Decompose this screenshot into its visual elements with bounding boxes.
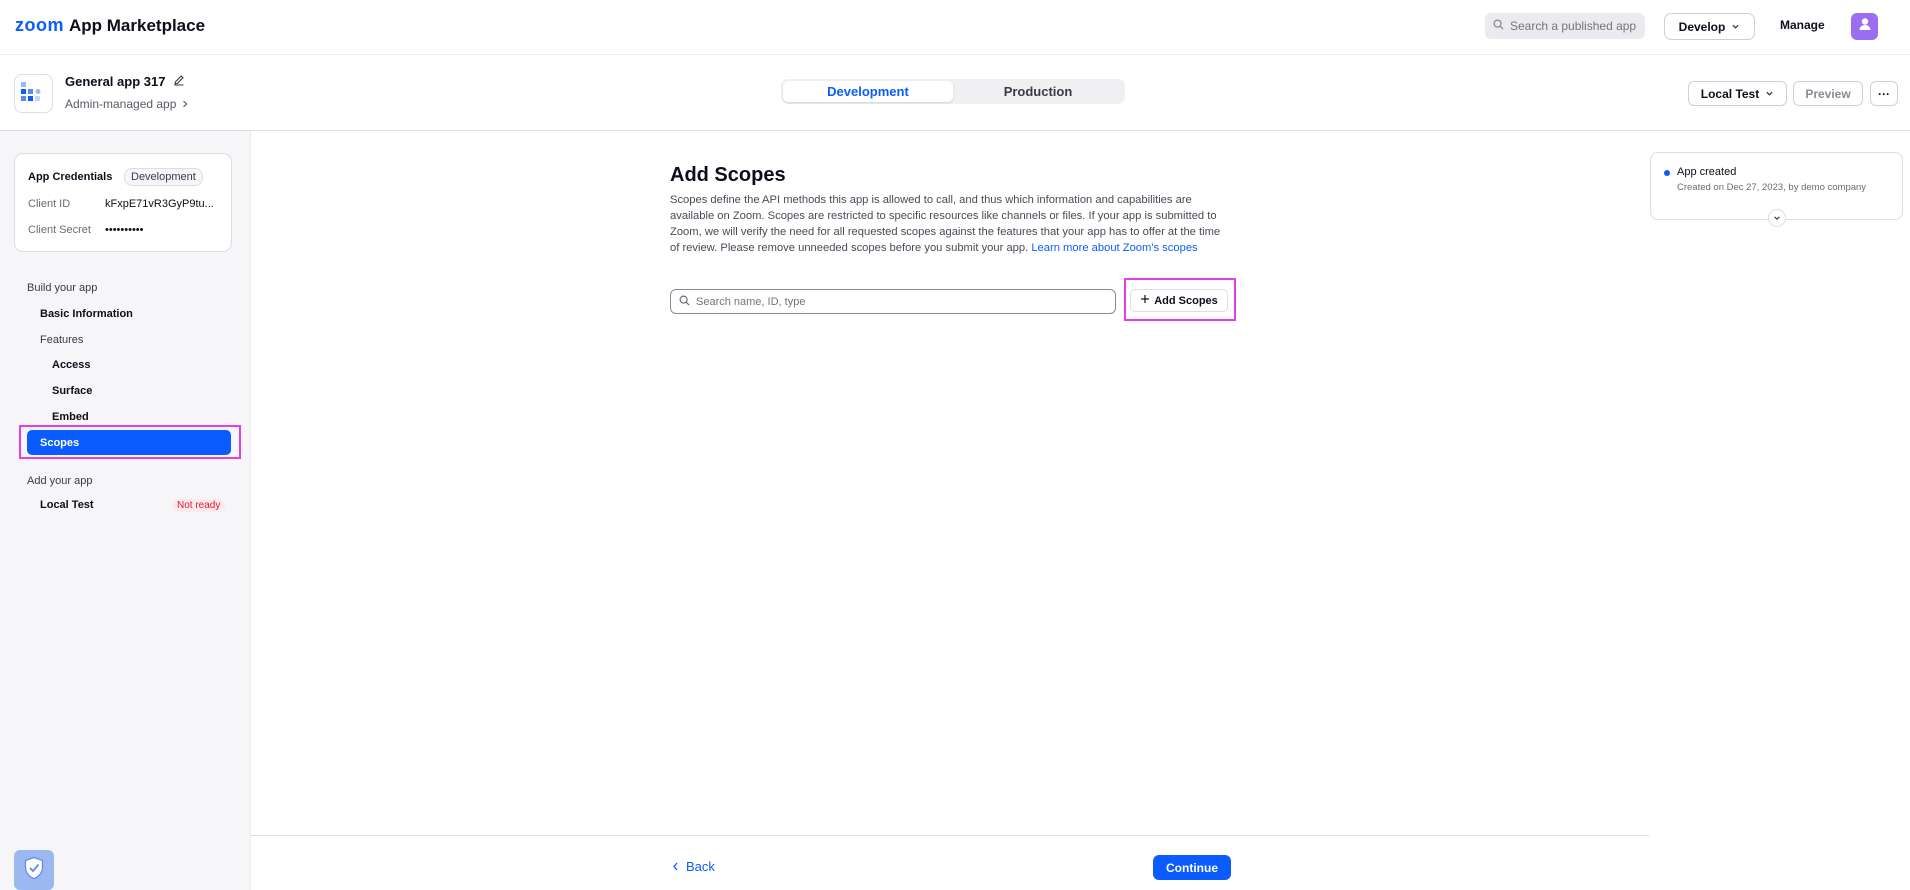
sidebar-item-features[interactable]: Features [40, 334, 83, 346]
expand-activity-button[interactable] [1768, 209, 1786, 227]
status-badge: Not ready [172, 499, 226, 512]
client-id-value[interactable]: kFxpE71vR3GyP9tu... [105, 198, 225, 210]
app-name: General app 317 [65, 74, 185, 89]
top-header: zoom App Marketplace Develop Manage [0, 0, 1910, 55]
brand-title: App Marketplace [69, 16, 206, 35]
chevron-down-icon [1731, 20, 1740, 34]
add-scopes-label: Add Scopes [1154, 294, 1218, 307]
app-logo [14, 74, 53, 113]
manage-link[interactable]: Manage [1780, 18, 1825, 32]
plus-icon [1140, 294, 1150, 307]
chevron-right-icon [181, 97, 189, 111]
chevron-down-icon [1765, 87, 1774, 101]
back-label: Back [686, 859, 715, 874]
sidebar-item-scopes[interactable]: Scopes [27, 430, 231, 455]
app-type-text: Admin-managed app [65, 97, 177, 111]
footer-divider [251, 835, 1649, 836]
marketplace-search[interactable] [1485, 13, 1645, 39]
chevron-down-icon [1773, 209, 1781, 227]
sidebar-item-local-test[interactable]: Local Test [40, 499, 94, 511]
scope-search-box[interactable] [670, 289, 1116, 314]
app-header: General app 317 Admin-managed app Develo… [0, 55, 1910, 131]
develop-dropdown[interactable]: Develop [1664, 13, 1755, 40]
sidebar: App Credentials Development Client ID kF… [0, 131, 251, 890]
ellipsis-icon: ··· [1878, 86, 1890, 101]
timeline-dot [1664, 170, 1670, 176]
activity-title: App created [1677, 166, 1737, 178]
marketplace-search-input[interactable] [1510, 19, 1645, 33]
shield-check-icon [23, 856, 45, 885]
sidebar-item-access[interactable]: Access [52, 359, 91, 371]
continue-button[interactable]: Continue [1153, 855, 1231, 880]
credentials-title: App Credentials [28, 171, 113, 183]
security-shield-button[interactable] [14, 850, 54, 890]
develop-label: Develop [1678, 19, 1726, 34]
app-credentials-card: App Credentials Development Client ID kF… [14, 153, 232, 252]
local-test-label: Local Test [1700, 86, 1760, 101]
add-scopes-button[interactable]: Add Scopes [1130, 289, 1228, 312]
local-test-dropdown[interactable]: Local Test [1688, 81, 1787, 106]
sidebar-item-embed[interactable]: Embed [52, 411, 89, 423]
learn-more-link[interactable]: Learn more about Zoom's scopes [1031, 242, 1197, 254]
brand[interactable]: zoom App Marketplace [15, 15, 205, 36]
back-button[interactable]: Back [672, 859, 715, 874]
client-secret-value[interactable]: •••••••••• [105, 224, 225, 236]
scope-search-input[interactable] [696, 295, 1096, 308]
environment-switch: Development Production [781, 79, 1125, 104]
app-type-link[interactable]: Admin-managed app [65, 97, 189, 111]
app-name-text: General app 317 [65, 74, 166, 89]
nav-section-build: Build your app [27, 282, 98, 294]
pencil-icon[interactable] [173, 74, 185, 89]
scopes-description: Scopes define the API methods this app i… [670, 192, 1230, 256]
client-id-label: Client ID [28, 198, 71, 210]
sidebar-item-basic-information[interactable]: Basic Information [40, 308, 133, 320]
client-secret-label: Client Secret [28, 224, 91, 236]
tab-production[interactable]: Production [953, 81, 1123, 102]
page-title: Add Scopes [670, 164, 786, 186]
sidebar-item-surface[interactable]: Surface [52, 385, 92, 397]
sidebar-item-label: Scopes [40, 436, 80, 449]
search-icon [1493, 19, 1504, 33]
user-avatar[interactable] [1851, 13, 1878, 40]
zoom-logo: zoom [15, 15, 64, 35]
user-icon [1857, 16, 1873, 37]
more-options-button[interactable]: ··· [1870, 81, 1898, 106]
search-icon [679, 293, 690, 311]
tab-development[interactable]: Development [783, 81, 953, 102]
chevron-left-icon [672, 859, 679, 874]
activity-card: App created Created on Dec 27, 2023, by … [1650, 152, 1903, 227]
app-grid-icon [21, 82, 41, 101]
nav-section-add: Add your app [27, 475, 93, 487]
credentials-badge: Development [124, 168, 203, 186]
preview-button[interactable]: Preview [1793, 81, 1863, 106]
activity-subtitle: Created on Dec 27, 2023, by demo company [1677, 182, 1867, 193]
